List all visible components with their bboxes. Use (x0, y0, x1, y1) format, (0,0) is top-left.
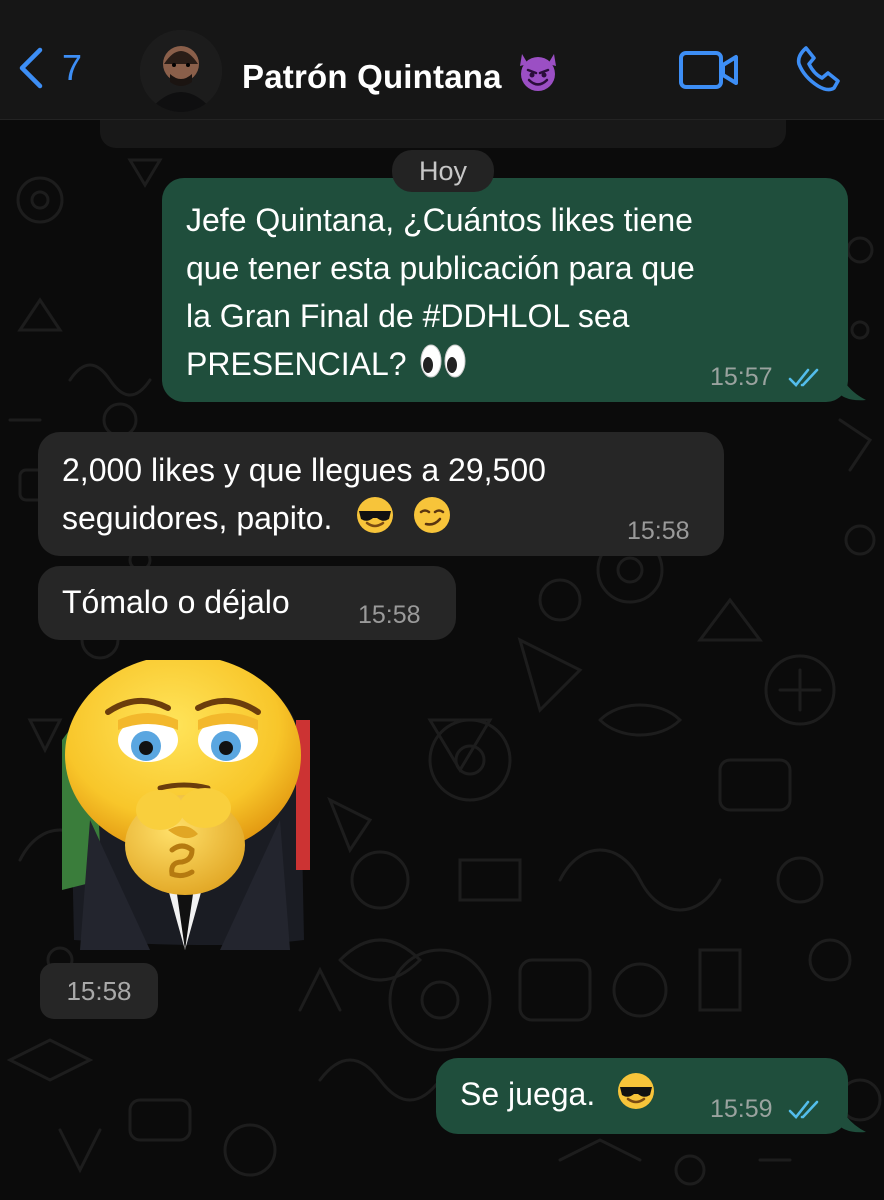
message-bubble-outgoing[interactable]: Jefe Quintana, ¿Cuántos likes tiene que … (162, 178, 848, 402)
message-line: PRESENCIAL? (186, 340, 695, 388)
phone-call-icon[interactable] (794, 44, 842, 97)
sticker-timestamp: 15:58 (40, 963, 158, 1019)
message-time: 15:59 (710, 1094, 824, 1124)
contact-name-text: Patrón Quintana (242, 57, 502, 95)
eyes-emoji (420, 344, 466, 378)
message-line-text: PRESENCIAL? (186, 346, 407, 382)
chevron-left-icon (19, 47, 43, 89)
message-timestamp: 15:58 (627, 517, 690, 545)
message-line: seguidores, papito. (62, 494, 546, 542)
message-bubble-outgoing[interactable]: Se juega. 15:59 (436, 1058, 848, 1134)
back-button[interactable]: 7 (16, 46, 82, 90)
money-rubbing-emoji-sticker[interactable] (60, 660, 310, 955)
message-timestamp: 15:57 (710, 363, 773, 391)
message-line-text: Se juega. (460, 1076, 596, 1112)
message-line: Jefe Quintana, ¿Cuántos likes tiene (186, 202, 693, 238)
double-check-read-icon (788, 1101, 818, 1120)
message-timestamp: 15:59 (710, 1095, 773, 1123)
smirk-emoji (414, 497, 451, 533)
contact-avatar[interactable] (140, 30, 222, 112)
message-line-text: seguidores, papito. (62, 500, 333, 536)
message-timestamp: 15:58 (358, 601, 421, 629)
bubble-tail (836, 1094, 866, 1133)
sunglasses-emoji (357, 497, 394, 533)
chat-header: 7 Patrón Quintana (0, 0, 884, 120)
smiling-imp-emoji (516, 50, 560, 103)
video-call-icon[interactable] (678, 50, 740, 95)
message-line: la Gran Final de #DDHLOL sea (186, 298, 630, 334)
message-line: Tómalo o déjalo (62, 584, 290, 620)
message-bubble-incoming[interactable]: 2,000 likes y que llegues a 29,500 segui… (38, 432, 724, 556)
double-check-read-icon (788, 369, 818, 388)
message-time: 15:57 (710, 362, 824, 392)
message-bubble-incoming[interactable]: Tómalo o déjalo 15:58 (38, 566, 456, 640)
date-divider: Hoy (392, 150, 494, 192)
sunglasses-emoji (618, 1073, 655, 1109)
unread-count: 7 (62, 47, 83, 88)
message-line: Se juega. (460, 1070, 656, 1118)
contact-name[interactable]: Patrón Quintana (242, 50, 560, 103)
message-line: que tener esta publicación para que (186, 250, 695, 286)
bubble-tail (836, 362, 866, 401)
message-line: 2,000 likes y que llegues a 29,500 (62, 452, 546, 488)
